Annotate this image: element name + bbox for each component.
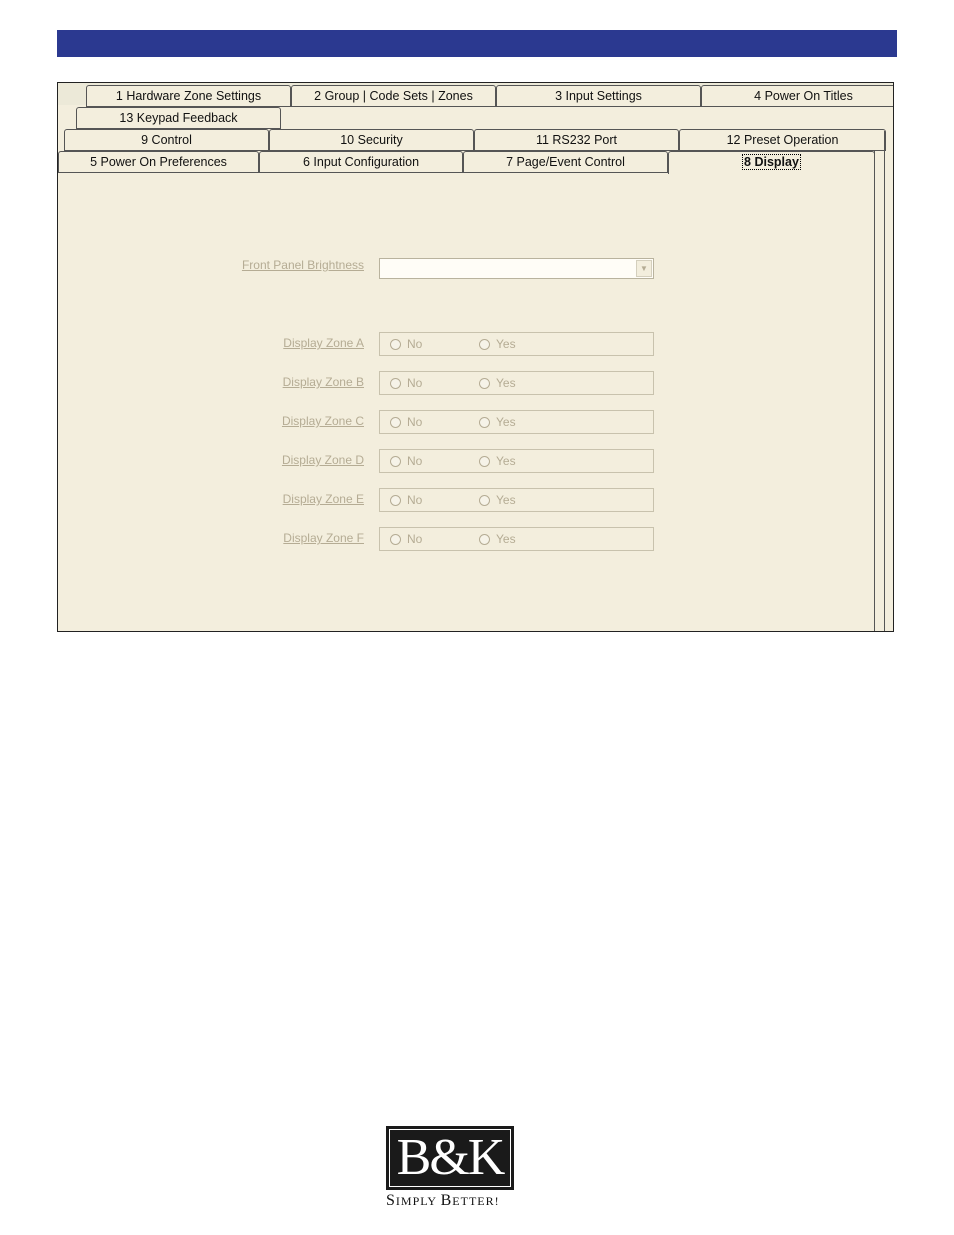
display-zone-e-no[interactable]: No [390,493,422,507]
display-zone-c-yes[interactable]: Yes [479,415,516,429]
tab-label: 5 Power On Preferences [90,155,227,169]
tab-power-on-preferences[interactable]: 5 Power On Preferences [58,151,259,173]
tagline-b: B [440,1192,453,1209]
tab-label: 8 Display [742,154,801,170]
tab-label: 2 Group | Code Sets | Zones [314,89,473,103]
front-panel-brightness-select[interactable]: ▼ [379,258,654,279]
radio-label: No [407,454,423,468]
tab-control[interactable]: 9 Control [64,129,269,151]
radio-label: Yes [496,454,516,468]
radio-label: No [407,337,423,351]
display-zone-b-no[interactable]: No [390,376,422,390]
radio-icon [390,494,401,506]
radio-icon [479,377,490,389]
display-zone-a-yes[interactable]: Yes [479,337,516,351]
tab-label: 3 Input Settings [555,89,642,103]
panel-right-border-2 [884,131,885,631]
display-zone-f-no[interactable]: No [390,532,422,546]
display-zone-a-label: Display Zone A [283,336,364,350]
display-zone-c-no[interactable]: No [390,415,422,429]
radio-icon [479,455,490,467]
tagline: SIMPLY BETTER! [386,1192,516,1210]
display-zone-d-label: Display Zone D [281,453,364,467]
display-zone-d-yes[interactable]: Yes [479,454,516,468]
tab-label: 6 Input Configuration [302,155,420,169]
display-zone-b-yes[interactable]: Yes [479,376,516,390]
radio-icon [479,338,490,350]
radio-icon [390,338,401,350]
display-zone-e-label: Display Zone E [282,492,364,506]
tab-rs232-port[interactable]: 11 RS232 Port [474,129,679,151]
tab-display[interactable]: 8 Display [668,151,875,174]
tab-label: 4 Power On Titles [754,89,853,103]
tab-hardware-zone-settings[interactable]: 1 Hardware Zone Settings [86,85,291,107]
radio-icon [479,494,490,506]
tab-preset-operation[interactable]: 12 Preset Operation [679,129,886,151]
tab-security[interactable]: 10 Security [269,129,474,151]
radio-label: Yes [496,337,516,351]
tagline-imply: IMPLY [395,1194,437,1208]
tab-label: 7 Page/Event Control [506,155,625,169]
tab-page-event-control[interactable]: 7 Page/Event Control [463,151,668,173]
display-zone-e-yes[interactable]: Yes [479,493,516,507]
radio-icon [390,416,401,428]
display-zone-a-group: No Yes [379,332,654,356]
radio-icon [390,533,401,545]
display-zone-c-group: No Yes [379,410,654,434]
tab-group-code-sets-zones[interactable]: 2 Group | Code Sets | Zones [291,85,496,107]
display-zone-b-group: No Yes [379,371,654,395]
tab-label: 12 Preset Operation [726,133,839,147]
tab-label: 11 RS232 Port [535,133,618,147]
radio-icon [390,455,401,467]
radio-label: No [407,415,423,429]
radio-label: Yes [496,532,516,546]
display-zone-d-no[interactable]: No [390,454,422,468]
tab-label: 10 Security [340,133,403,147]
radio-label: No [407,493,423,507]
tagline-etter: ETTER! [452,1194,500,1208]
tab-keypad-feedback[interactable]: 13 Keypad Feedback [76,107,281,129]
tab-label: 13 Keypad Feedback [119,111,238,125]
display-zone-b-label: Display Zone B [282,375,364,389]
settings-window: 1 Hardware Zone Settings 2 Group | Code … [57,82,894,632]
radio-label: Yes [496,415,516,429]
display-zone-d-group: No Yes [379,449,654,473]
chevron-down-icon[interactable]: ▼ [636,260,652,277]
radio-icon [390,377,401,389]
logo-frame [389,1129,511,1187]
radio-label: Yes [496,493,516,507]
tab-input-settings[interactable]: 3 Input Settings [496,85,701,107]
radio-icon [479,533,490,545]
radio-label: Yes [496,376,516,390]
front-panel-brightness-label: Front Panel Brightness [241,258,364,272]
radio-label: No [407,376,423,390]
header-bar [57,30,897,57]
display-zone-f-label: Display Zone F [283,531,364,545]
display-zone-e-group: No Yes [379,488,654,512]
display-zone-c-label: Display Zone C [281,414,364,428]
display-zone-f-yes[interactable]: Yes [479,532,516,546]
panel-top-border [58,172,668,173]
tab-power-on-titles[interactable]: 4 Power On Titles [701,85,893,107]
radio-label: No [407,532,423,546]
tagline-s: S [386,1192,396,1209]
display-zone-f-group: No Yes [379,527,654,551]
panel-right-border [874,151,875,631]
tab-input-configuration[interactable]: 6 Input Configuration [259,151,463,173]
display-zone-a-no[interactable]: No [390,337,422,351]
tab-label: 9 Control [141,133,192,147]
tab-label: 1 Hardware Zone Settings [115,89,262,103]
radio-icon [479,416,490,428]
